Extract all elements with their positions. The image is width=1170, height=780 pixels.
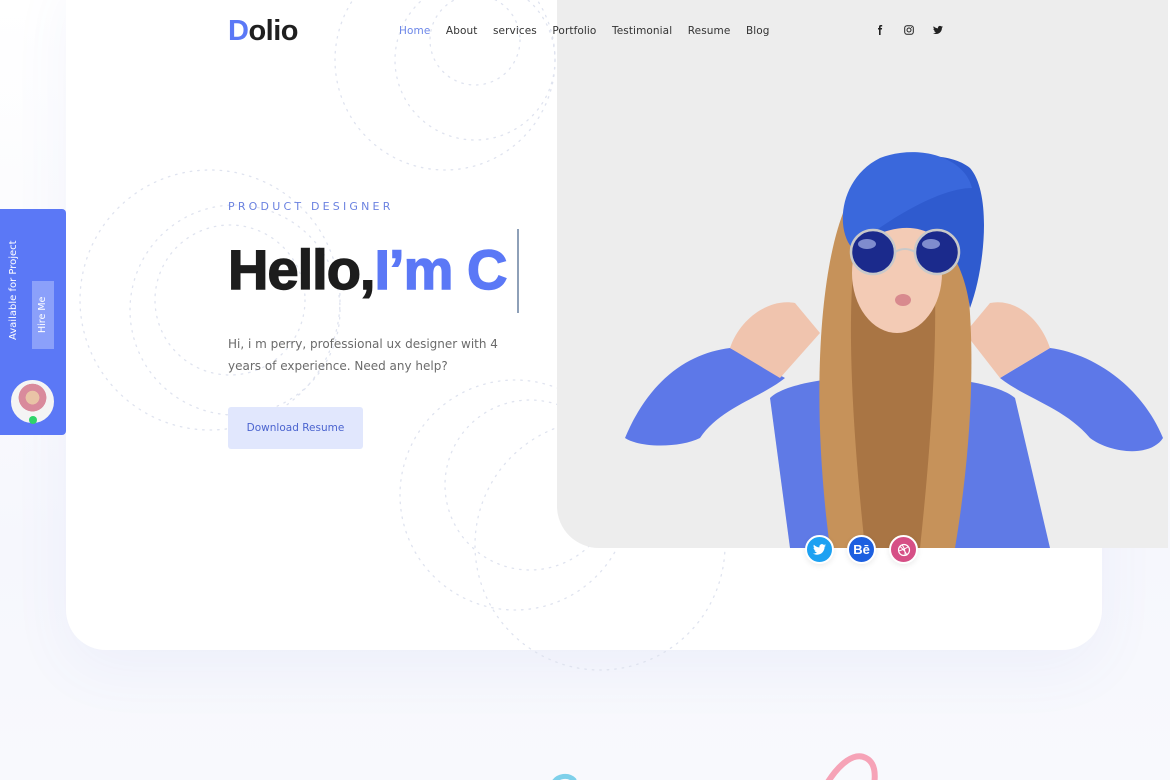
hero-description: Hi, i m perry, professional ux designer … [228, 337, 498, 373]
download-resume-button[interactable]: Download Resume [228, 407, 363, 449]
typing-cursor [517, 229, 519, 313]
hire-me-label: Hire Me [37, 296, 48, 333]
nav-item-about[interactable]: About [446, 25, 478, 37]
hero-headline: Hello,I’m C [228, 237, 520, 302]
designer-portrait [625, 152, 1163, 548]
main-nav: Home About services Portfolio Testimonia… [399, 25, 785, 37]
headline-typed-text: I’m C [374, 237, 508, 301]
hire-me-button[interactable]: Hire Me [32, 281, 54, 349]
nav-item-portfolio[interactable]: Portfolio [552, 25, 596, 37]
instagram-icon[interactable] [903, 24, 915, 36]
nav-item-resume[interactable]: Resume [688, 25, 731, 37]
nav-item-blog[interactable]: Blog [746, 25, 770, 37]
online-status-dot [29, 416, 37, 424]
headline-greeting: Hello, [228, 237, 376, 301]
dribbble-icon[interactable] [889, 535, 918, 564]
header-social-links [874, 24, 944, 36]
twitter-icon[interactable] [932, 24, 944, 36]
hero-image-panel [557, 0, 1168, 548]
twitter-icon[interactable] [805, 535, 834, 564]
nav-item-services[interactable]: services [493, 25, 537, 37]
hero-subtitle: PRODUCT DESIGNER [228, 200, 394, 213]
logo[interactable]: Dolio [228, 15, 298, 48]
logo-initial: D [228, 15, 249, 47]
availability-label: Available for Project [8, 240, 19, 340]
profile-social-links: Bē [805, 535, 918, 564]
logo-text: olio [248, 15, 298, 47]
nav-item-home[interactable]: Home [399, 25, 430, 37]
facebook-icon[interactable] [874, 24, 886, 36]
behance-icon[interactable]: Bē [847, 535, 876, 564]
nav-item-testimonial[interactable]: Testimonial [612, 25, 672, 37]
